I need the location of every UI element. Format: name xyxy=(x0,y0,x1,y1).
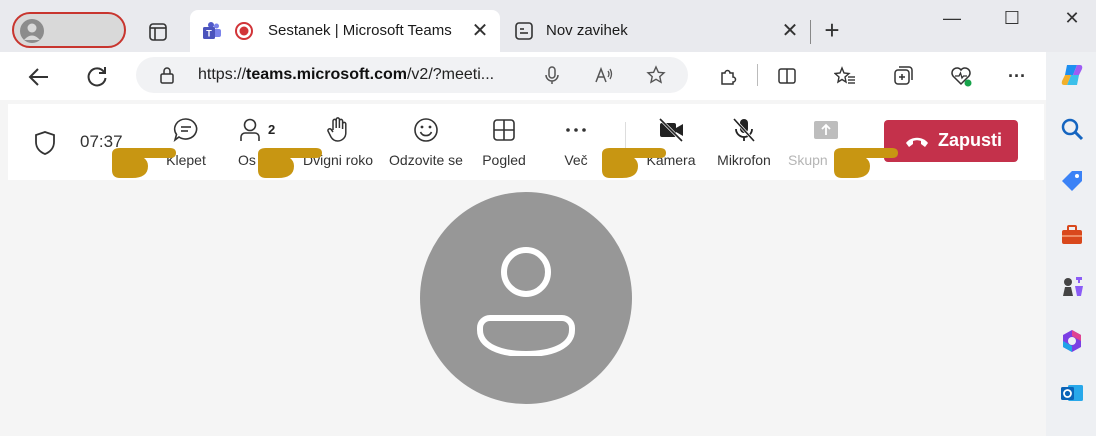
teams-page: 07:37 Klepet 2 Os Dvigni roko Odzovite s… xyxy=(0,100,1046,436)
edge-sidebar xyxy=(1046,52,1096,436)
shield-icon[interactable] xyxy=(34,130,56,156)
settings-more-button[interactable]: ··· xyxy=(1006,66,1028,88)
raise-hand-icon xyxy=(327,117,347,142)
minimize-button[interactable]: — xyxy=(932,8,972,32)
tab-title: Sestanek | Microsoft Teams xyxy=(268,22,452,39)
recording-icon xyxy=(235,22,253,40)
address-toolbar: https://teams.microsoft.com/v2/?meeti... xyxy=(0,52,1096,100)
back-icon[interactable] xyxy=(26,64,52,90)
tab-actions-icon[interactable] xyxy=(148,22,168,42)
url-path: /v2/?meeti... xyxy=(406,66,495,83)
participant-avatar xyxy=(420,192,632,404)
url-host: teams.microsoft.com xyxy=(246,66,407,83)
games-icon[interactable] xyxy=(1059,274,1085,300)
teams-icon: T xyxy=(203,22,221,39)
hang-up-icon xyxy=(906,137,928,147)
microphone-button[interactable]: Mikrofon xyxy=(712,114,776,174)
maximize-button[interactable]: ☐ xyxy=(992,8,1032,32)
new-tab-page-icon xyxy=(515,22,533,40)
tab-teams-meeting[interactable]: T Sestanek | Microsoft Teams ✕ xyxy=(190,10,500,52)
tab-close-button[interactable]: ✕ xyxy=(780,20,800,42)
address-bar[interactable]: https://teams.microsoft.com/v2/?meeti... xyxy=(136,57,688,93)
pointing-hand-annotation xyxy=(112,148,176,178)
microsoft365-icon[interactable] xyxy=(1059,328,1085,354)
leave-button[interactable]: Zapusti xyxy=(884,120,1018,162)
pointing-hand-annotation xyxy=(258,148,322,178)
microphone-label: Mikrofon xyxy=(717,152,771,168)
pointing-hand-annotation xyxy=(602,148,666,178)
pointing-hand-annotation xyxy=(834,148,898,178)
profile-avatar-icon xyxy=(20,19,44,43)
toolbar-divider xyxy=(757,64,758,86)
copilot-icon[interactable] xyxy=(1059,62,1085,88)
smiley-icon xyxy=(414,118,438,142)
leave-label: Zapusti xyxy=(938,130,1003,150)
collections-icon[interactable] xyxy=(892,65,914,87)
split-screen-icon[interactable] xyxy=(776,65,798,87)
microphone-search-icon[interactable] xyxy=(542,65,562,85)
more-dots-icon xyxy=(566,128,586,132)
more-label: Več xyxy=(564,152,588,168)
tab-title: Nov zavihek xyxy=(546,22,628,39)
view-button[interactable]: Pogled xyxy=(474,114,534,174)
read-aloud-icon[interactable] xyxy=(594,65,614,85)
tab-new-tab[interactable]: Nov zavihek ✕ xyxy=(508,10,818,52)
meeting-stage xyxy=(8,182,1044,436)
favorites-icon[interactable] xyxy=(834,65,856,87)
more-button[interactable]: Več xyxy=(554,114,598,174)
new-tab-button[interactable]: + xyxy=(820,16,844,44)
view-label: Pogled xyxy=(482,152,526,168)
close-window-button[interactable]: ✕ xyxy=(1052,8,1092,32)
search-icon[interactable] xyxy=(1059,116,1085,142)
microphone-off-icon xyxy=(732,117,756,143)
person-icon xyxy=(477,247,575,356)
svg-text:T: T xyxy=(206,29,212,39)
url-text[interactable]: https://teams.microsoft.com/v2/?meeti... xyxy=(198,66,494,84)
outlook-icon[interactable] xyxy=(1059,380,1085,406)
favorite-star-icon[interactable] xyxy=(646,65,666,85)
tab-close-button[interactable]: ✕ xyxy=(470,20,490,42)
url-scheme: https:// xyxy=(198,66,247,83)
tab-divider xyxy=(810,20,811,44)
meeting-control-bar: 07:37 Klepet 2 Os Dvigni roko Odzovite s… xyxy=(8,104,1044,180)
react-button[interactable]: Odzovite se xyxy=(386,114,466,174)
shopping-tag-icon[interactable] xyxy=(1059,168,1085,194)
profile-button[interactable] xyxy=(12,12,126,48)
refresh-icon[interactable] xyxy=(84,64,110,90)
react-label: Odzovite se xyxy=(389,152,463,168)
lock-icon[interactable] xyxy=(158,66,176,84)
browser-essentials-icon[interactable] xyxy=(950,65,972,87)
tab-strip: T Sestanek | Microsoft Teams ✕ Nov zavih… xyxy=(0,0,1096,52)
tools-briefcase-icon[interactable] xyxy=(1059,222,1085,248)
grid-view-icon xyxy=(493,119,515,141)
participant-count: 2 xyxy=(268,122,276,137)
extensions-icon[interactable] xyxy=(717,65,739,87)
